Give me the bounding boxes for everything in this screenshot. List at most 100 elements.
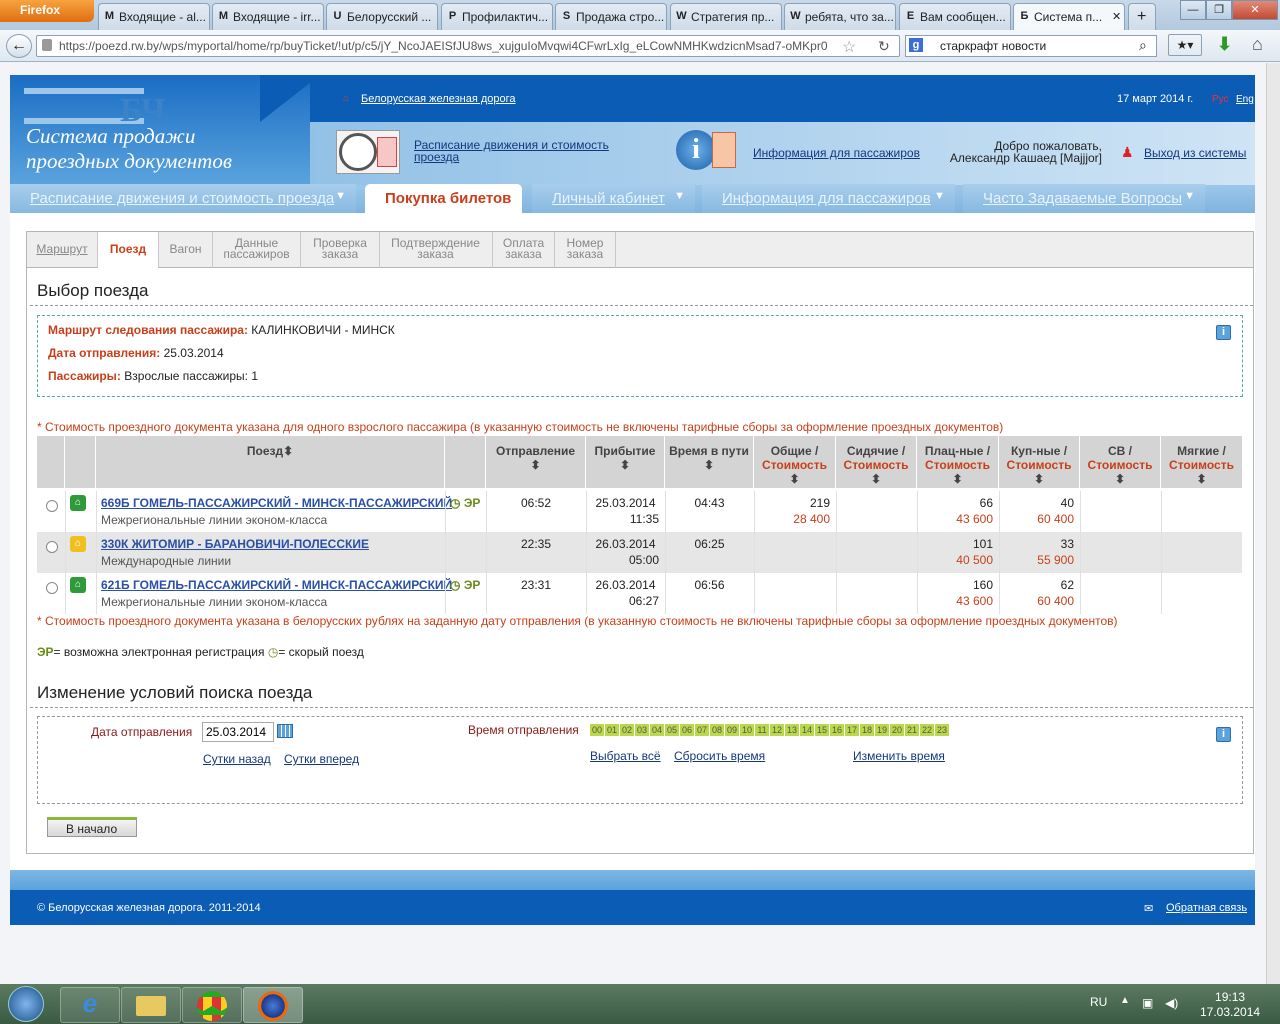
train-name-link[interactable]: 669Б ГОМЕЛЬ-ПАССАЖИРСКИЙ - МИНСК-ПАССАЖИ… [101,496,452,510]
nav-tab[interactable]: Часто Задаваемые Вопросы ▼ [963,184,1205,213]
hour-10[interactable]: 10 [740,724,755,736]
hour-07[interactable]: 07 [695,724,710,736]
taskbar-firefox[interactable] [243,987,303,1023]
browser-tab[interactable]: M Входящие - al... [98,3,210,30]
logout-link[interactable]: Выход из системы [1144,146,1246,160]
hour-21[interactable]: 21 [905,724,920,736]
train-radio[interactable] [46,500,58,512]
search-input[interactable]: старкрафт новости [905,35,1157,57]
hour-17[interactable]: 17 [845,724,860,736]
google-icon[interactable]: g [909,38,923,52]
col-seated[interactable]: Сидячие / Стоимость ⬍ [836,436,917,488]
table-row[interactable]: ⌂ 669Б ГОМЕЛЬ-ПАССАЖИРСКИЙ - МИНСК-ПАССАЖ… [37,491,1242,532]
hour-05[interactable]: 05 [665,724,680,736]
start-button[interactable] [8,986,44,1022]
nav-tab[interactable]: Покупка билетов [365,184,522,213]
calendar-icon[interactable] [277,724,293,738]
next-day-link[interactable]: Сутки вперед [284,752,359,766]
train-name-link[interactable]: 621Б ГОМЕЛЬ-ПАССАЖИРСКИЙ - МИНСК-ПАССАЖИ… [101,578,452,592]
schedule-link[interactable]: Расписание движения и стоимость проезда [414,139,644,163]
info-icon[interactable]: i [676,128,738,172]
chevron-down-icon[interactable]: ▼ [674,190,685,202]
lang-indicator[interactable]: RU [1090,995,1107,1009]
browser-tab[interactable]: E Вам сообщен... [899,3,1011,30]
chevron-down-icon[interactable]: ▼ [335,190,346,202]
browser-tab[interactable]: Б Система п... [1013,3,1125,30]
volume-icon[interactable]: ◀) [1165,996,1178,1010]
hour-12[interactable]: 12 [770,724,785,736]
hour-04[interactable]: 04 [650,724,665,736]
hour-23[interactable]: 23 [935,724,950,736]
hour-18[interactable]: 18 [860,724,875,736]
scrollbar[interactable] [1266,63,1280,984]
hour-15[interactable]: 15 [815,724,830,736]
col-arrival[interactable]: Прибытие ⬍ [586,436,665,488]
browser-tab[interactable]: S Продажа стро... [555,3,667,30]
table-row[interactable]: ⌂ 621Б ГОМЕЛЬ-ПАССАЖИРСКИЙ - МИНСК-ПАССАЖ… [37,573,1242,614]
taskbar-ie[interactable]: e [60,987,120,1023]
train-radio[interactable] [46,582,58,594]
clock-calendar-icon[interactable] [336,130,400,174]
table-row[interactable]: ⌂ 330К ЖИТОМИР - БАРАНОВИЧИ-ПОЛЕССКИЕ Межд… [37,532,1242,573]
date-input[interactable] [202,722,274,742]
close-tab-icon[interactable]: ✕ [1112,10,1121,23]
url-bar[interactable]: https://poezd.rw.by/wps/myportal/home/rp… [36,35,900,57]
browser-tab[interactable]: M Входящие - irr... [212,3,324,30]
hour-14[interactable]: 14 [800,724,815,736]
info-button-icon[interactable]: i [1216,727,1231,742]
hour-02[interactable]: 02 [620,724,635,736]
col-duration[interactable]: Время в пути ⬍ [665,436,754,488]
chevron-down-icon[interactable]: ▼ [934,190,945,202]
home-icon[interactable]: ⌂ [1252,34,1263,55]
nav-tab[interactable]: Личный кабинет ▼ [532,184,695,213]
change-time-link[interactable]: Изменить время [853,749,945,763]
chevron-down-icon[interactable]: ▼ [1184,190,1195,202]
browser-tab[interactable]: W Стратегия пр... [670,3,782,30]
firefox-menu-button[interactable]: Firefox [0,0,94,22]
minimize-button[interactable]: — [1180,0,1206,20]
hour-16[interactable]: 16 [830,724,845,736]
download-icon[interactable]: ⬇ [1217,34,1232,55]
hour-03[interactable]: 03 [635,724,650,736]
search-icon[interactable]: ⌕ [1139,37,1147,54]
reload-icon[interactable]: ↻ [878,38,890,55]
close-window-button[interactable]: ✕ [1232,0,1278,20]
hour-11[interactable]: 11 [755,724,770,736]
col-platz[interactable]: Плац-ные / Стоимость ⬍ [917,436,999,488]
browser-tab[interactable]: Wребята, что за... [784,3,896,30]
browser-tab[interactable]: P Профилактич... [441,3,553,30]
hour-08[interactable]: 08 [710,724,725,736]
hour-20[interactable]: 20 [890,724,905,736]
col-coupe[interactable]: Куп-ные / Стоимость ⬍ [999,436,1080,488]
hour-selector[interactable]: 00 01 02 03 04 05 06 07 08 09 10 11 12 13 14 15 16 17 18 19… [590,724,950,737]
select-all-link[interactable]: Выбрать всё [590,749,661,763]
hour-13[interactable]: 13 [785,724,800,736]
clock[interactable]: 19:13 17.03.2014 [1200,990,1260,1020]
hour-00[interactable]: 00 [590,724,605,736]
home-small-icon[interactable]: ⌂ [343,93,349,104]
col-sv[interactable]: СВ / Стоимость ⬍ [1080,436,1161,488]
back-to-start-button[interactable]: В начало [47,817,137,837]
hour-06[interactable]: 06 [680,724,695,736]
train-radio[interactable] [46,541,58,553]
hour-22[interactable]: 22 [920,724,935,736]
nav-tab[interactable]: Информация для пассажиров ▼ [702,184,955,213]
prev-day-link[interactable]: Сутки назад [203,752,271,766]
info-link[interactable]: Информация для пассажиров [753,146,920,160]
hour-01[interactable]: 01 [605,724,620,736]
lang-en[interactable]: Eng [1236,94,1254,105]
reset-time-link[interactable]: Сбросить время [674,749,765,763]
col-train[interactable]: Поезд⬍ [96,436,445,488]
browser-tab[interactable]: U Белорусский ... [326,3,438,30]
col-soft[interactable]: Мягкие / Стоимость ⬍ [1161,436,1242,488]
col-common[interactable]: Общие / Стоимость ⬍ [754,436,836,488]
tray-arrow-icon[interactable]: ▲ [1120,995,1130,1006]
feedback-link[interactable]: Обратная связь [1166,902,1247,914]
step-1[interactable]: Маршрут [27,232,98,268]
hour-09[interactable]: 09 [725,724,740,736]
bookmarks-menu-icon[interactable]: ★▾ [1168,34,1202,56]
lang-ru[interactable]: Рус [1212,94,1229,105]
col-departure[interactable]: Отправление ⬍ [486,436,586,488]
hour-19[interactable]: 19 [875,724,890,736]
network-icon[interactable]: ▣ [1142,996,1153,1010]
